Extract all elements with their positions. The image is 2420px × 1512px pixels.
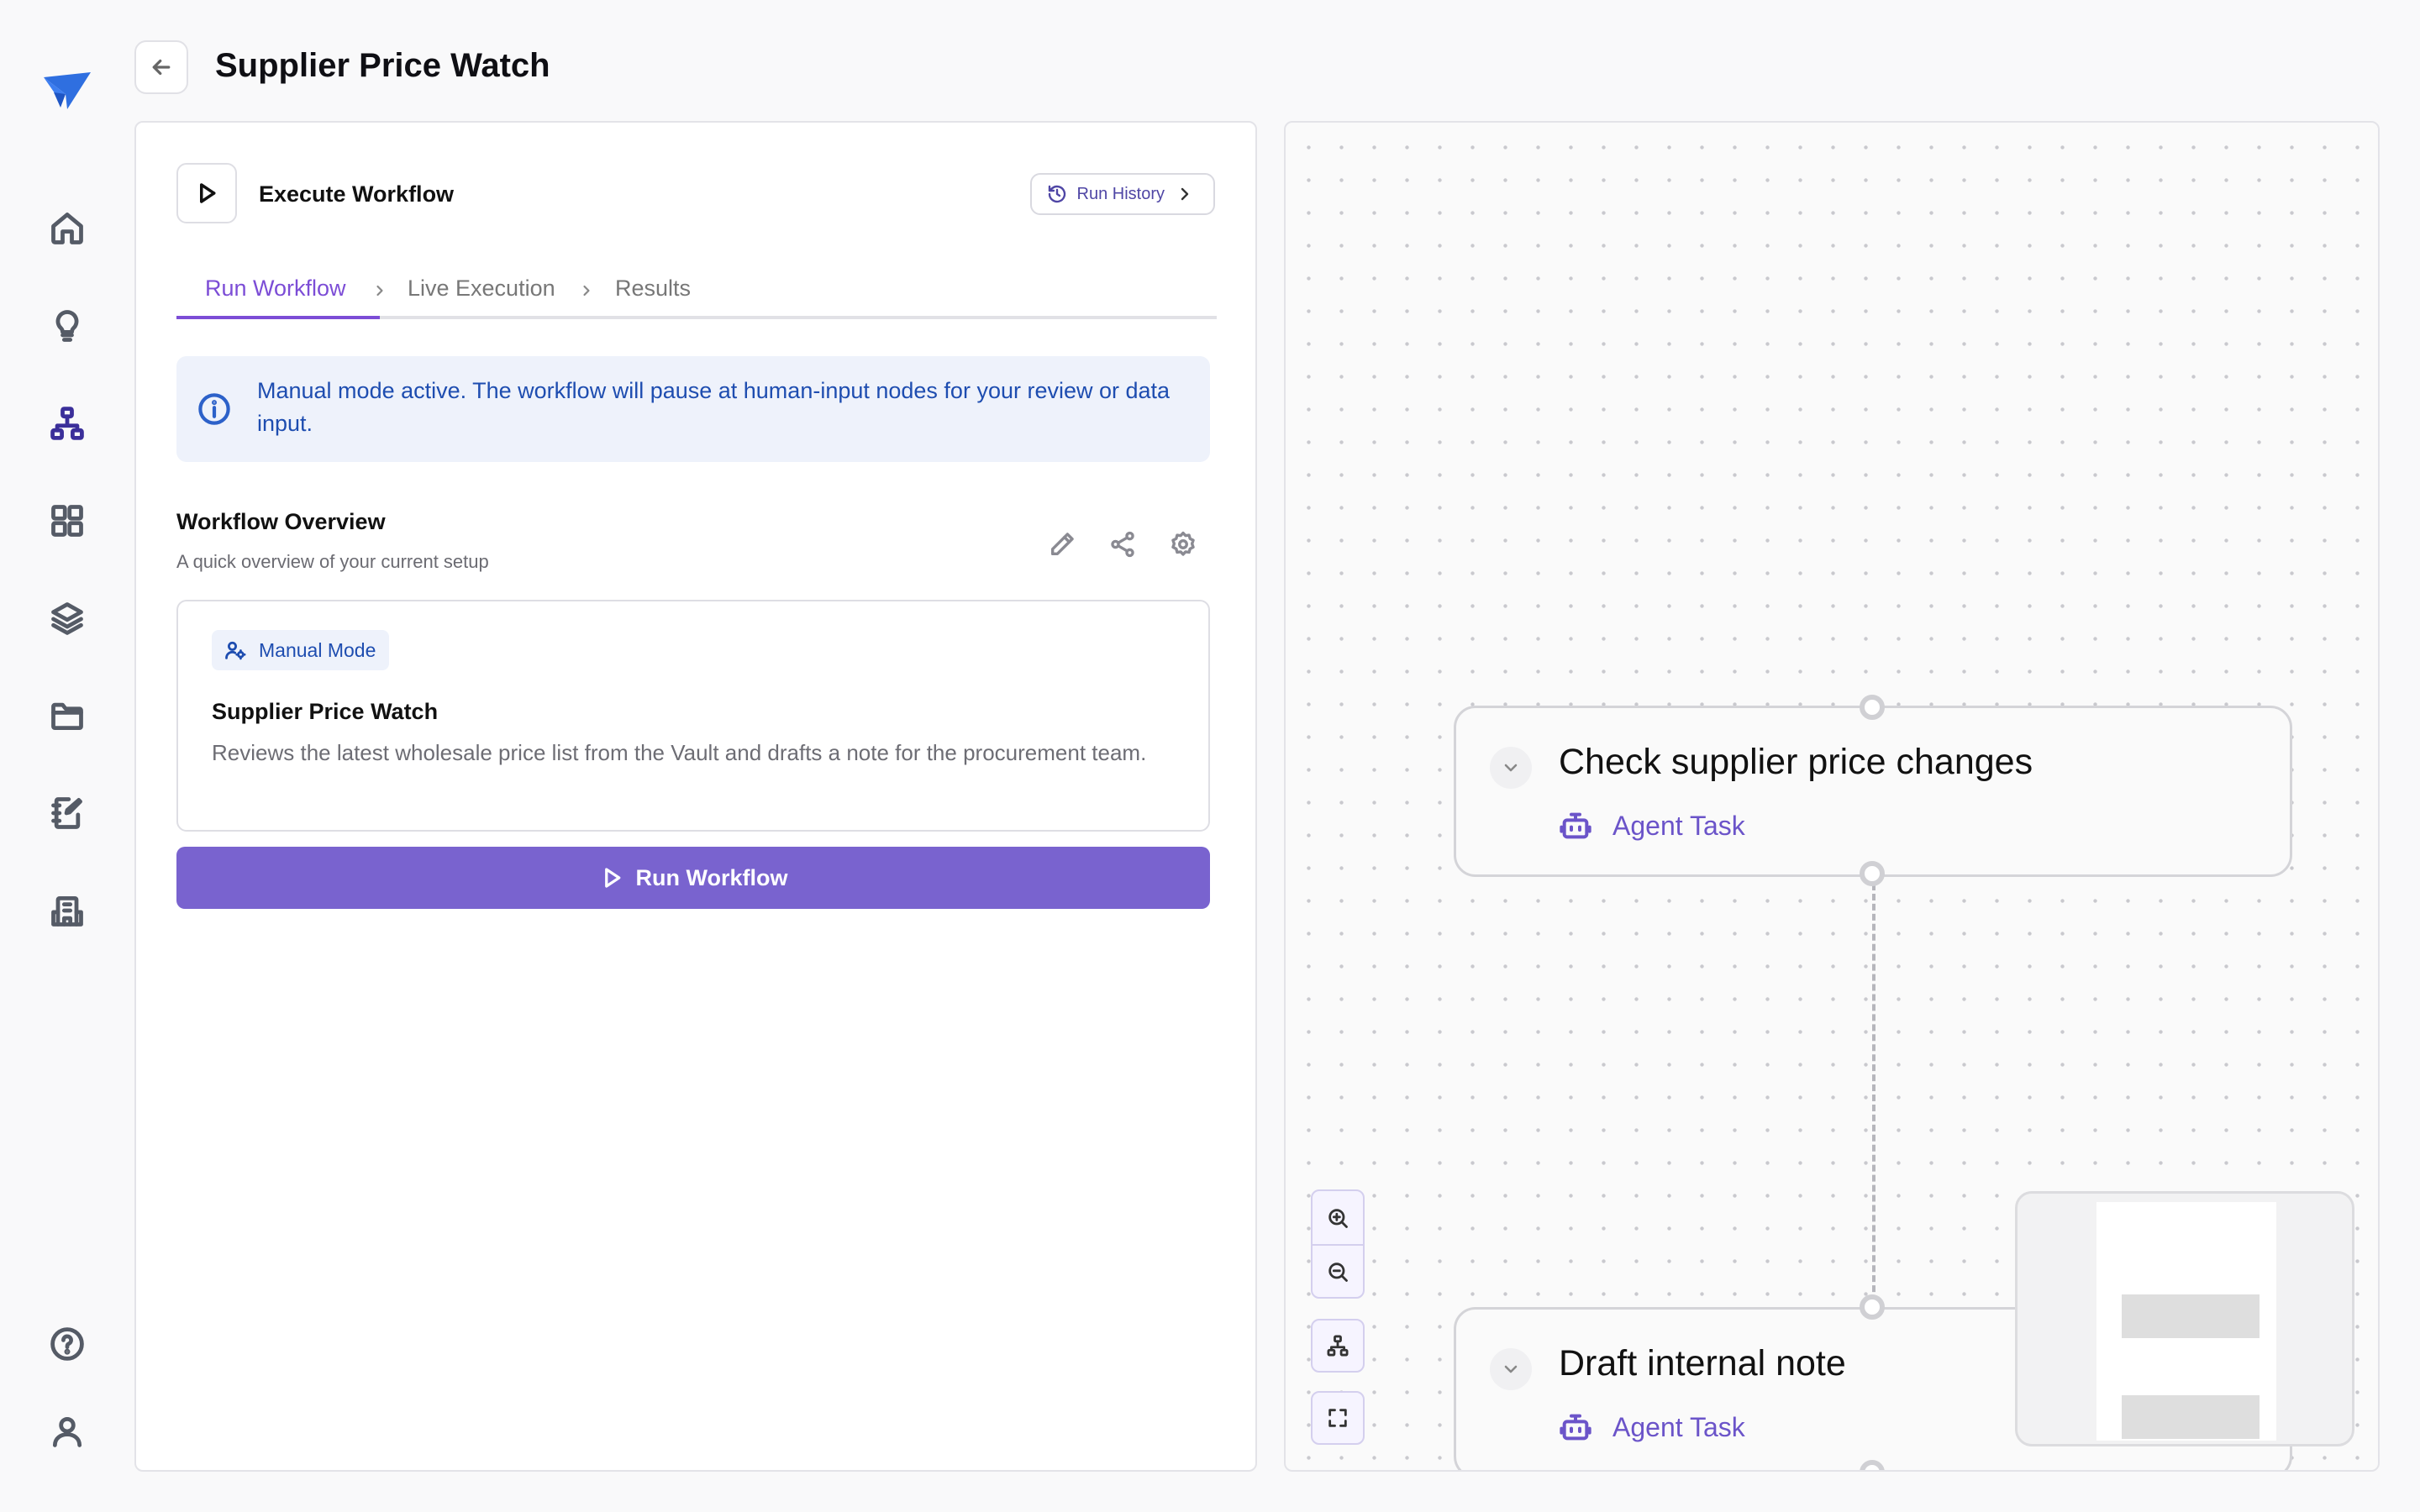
workflow-tabs: Run Workflow Live Execution Results <box>176 265 1217 319</box>
chevron-right-icon <box>376 285 383 297</box>
fit-view-button[interactable] <box>1311 1391 1365 1445</box>
node-input-handle[interactable] <box>1860 1294 1885 1320</box>
page-title: Supplier Price Watch <box>215 47 550 84</box>
zoom-out-button[interactable] <box>1313 1244 1363 1297</box>
share-button[interactable] <box>1102 524 1143 564</box>
manual-mode-alert: Manual mode active. The workflow will pa… <box>176 356 1210 462</box>
run-history-button[interactable]: Run History <box>1029 173 1215 215</box>
zoom-controls <box>1311 1189 1365 1299</box>
notebook-icon[interactable] <box>42 788 92 838</box>
node-type-label: Agent Task <box>1612 1411 1745 1442</box>
share-icon <box>1111 531 1134 558</box>
manual-mode-badge: Manual Mode <box>212 630 390 670</box>
fullscreen-icon <box>1328 1409 1347 1427</box>
node-input-handle[interactable] <box>1860 695 1885 720</box>
sidebar-rail <box>0 0 134 1512</box>
workflow-icon[interactable] <box>42 398 92 449</box>
chevron-right-icon <box>583 285 590 297</box>
tab-run-workflow[interactable]: Run Workflow <box>205 276 346 319</box>
home-icon[interactable] <box>42 203 92 254</box>
workflow-node[interactable]: Check supplier price changes Agent Task <box>1454 706 2292 877</box>
help-icon[interactable] <box>42 1319 92 1369</box>
node-title: Check supplier price changes <box>1559 742 2033 782</box>
bot-icon <box>1560 812 1591 839</box>
user-settings-icon <box>225 641 246 660</box>
play-icon <box>604 868 620 888</box>
arrow-left-icon <box>152 59 171 76</box>
overview-subtitle: A quick overview of your current setup <box>176 551 489 572</box>
play-icon <box>200 183 216 203</box>
workflow-name: Supplier Price Watch <box>212 699 439 724</box>
folder-icon[interactable] <box>42 690 92 741</box>
tab-live-execution[interactable]: Live Execution <box>408 276 555 319</box>
tab-label: Live Execution <box>408 276 555 301</box>
user-icon[interactable] <box>42 1406 92 1457</box>
minimap-node <box>2122 1294 2260 1338</box>
settings-button[interactable] <box>1163 524 1203 564</box>
run-history-label: Run History <box>1076 184 1165 203</box>
workflow-icon <box>1327 1335 1349 1357</box>
edit-button[interactable] <box>1042 524 1082 564</box>
logo-icon[interactable] <box>42 71 92 113</box>
chevron-down-icon <box>1504 764 1518 772</box>
execute-play-button[interactable] <box>176 163 237 223</box>
workflow-description: Reviews the latest wholesale price list … <box>212 740 1147 765</box>
lightbulb-icon[interactable] <box>42 301 92 351</box>
tab-label: Run Workflow <box>205 276 346 301</box>
pencil-icon <box>1050 533 1074 556</box>
building-icon[interactable] <box>42 885 92 936</box>
node-connector-edge <box>1872 884 1876 1312</box>
zoom-in-button[interactable] <box>1313 1191 1363 1244</box>
auto-layout-button[interactable] <box>1311 1319 1365 1373</box>
node-title: Draft internal note <box>1559 1343 1846 1383</box>
node-output-handle[interactable] <box>1860 861 1885 886</box>
alert-text: Manual mode active. The workflow will pa… <box>257 378 1171 436</box>
workflow-summary-card: Manual Mode Supplier Price Watch Reviews… <box>176 600 1210 832</box>
overview-title: Workflow Overview <box>176 509 386 534</box>
badge-label: Manual Mode <box>259 638 376 661</box>
grid-icon[interactable] <box>42 496 92 546</box>
layers-icon[interactable] <box>42 593 92 643</box>
node-type: Agent Task <box>1559 1410 1745 1444</box>
zoom-in-icon <box>1328 1208 1348 1228</box>
node-type-label: Agent Task <box>1612 810 1745 841</box>
minimap[interactable] <box>2015 1191 2354 1446</box>
active-tab-indicator <box>176 316 380 319</box>
execute-panel: Execute Workflow Run History Run Workflo… <box>134 121 1257 1472</box>
tab-results[interactable]: Results <box>615 276 691 319</box>
run-workflow-label: Run Workflow <box>635 864 788 890</box>
history-icon <box>1048 185 1065 203</box>
minimap-node <box>2122 1395 2260 1439</box>
chevron-right-icon <box>1181 187 1189 201</box>
collapse-button[interactable] <box>1490 1348 1532 1390</box>
gear-icon <box>1171 531 1195 556</box>
chevron-down-icon <box>1504 1365 1518 1373</box>
node-type: Agent Task <box>1559 809 1745 843</box>
back-button[interactable] <box>134 40 188 94</box>
zoom-out-icon <box>1328 1262 1348 1282</box>
section-title: Execute Workflow <box>259 181 455 207</box>
collapse-button[interactable] <box>1490 747 1532 789</box>
run-workflow-button[interactable]: Run Workflow <box>176 847 1210 909</box>
tab-label: Results <box>615 276 692 301</box>
info-icon <box>198 393 230 425</box>
workflow-canvas[interactable]: Check supplier price changes Agent Task … <box>1284 121 2380 1472</box>
bot-icon <box>1560 1414 1591 1441</box>
